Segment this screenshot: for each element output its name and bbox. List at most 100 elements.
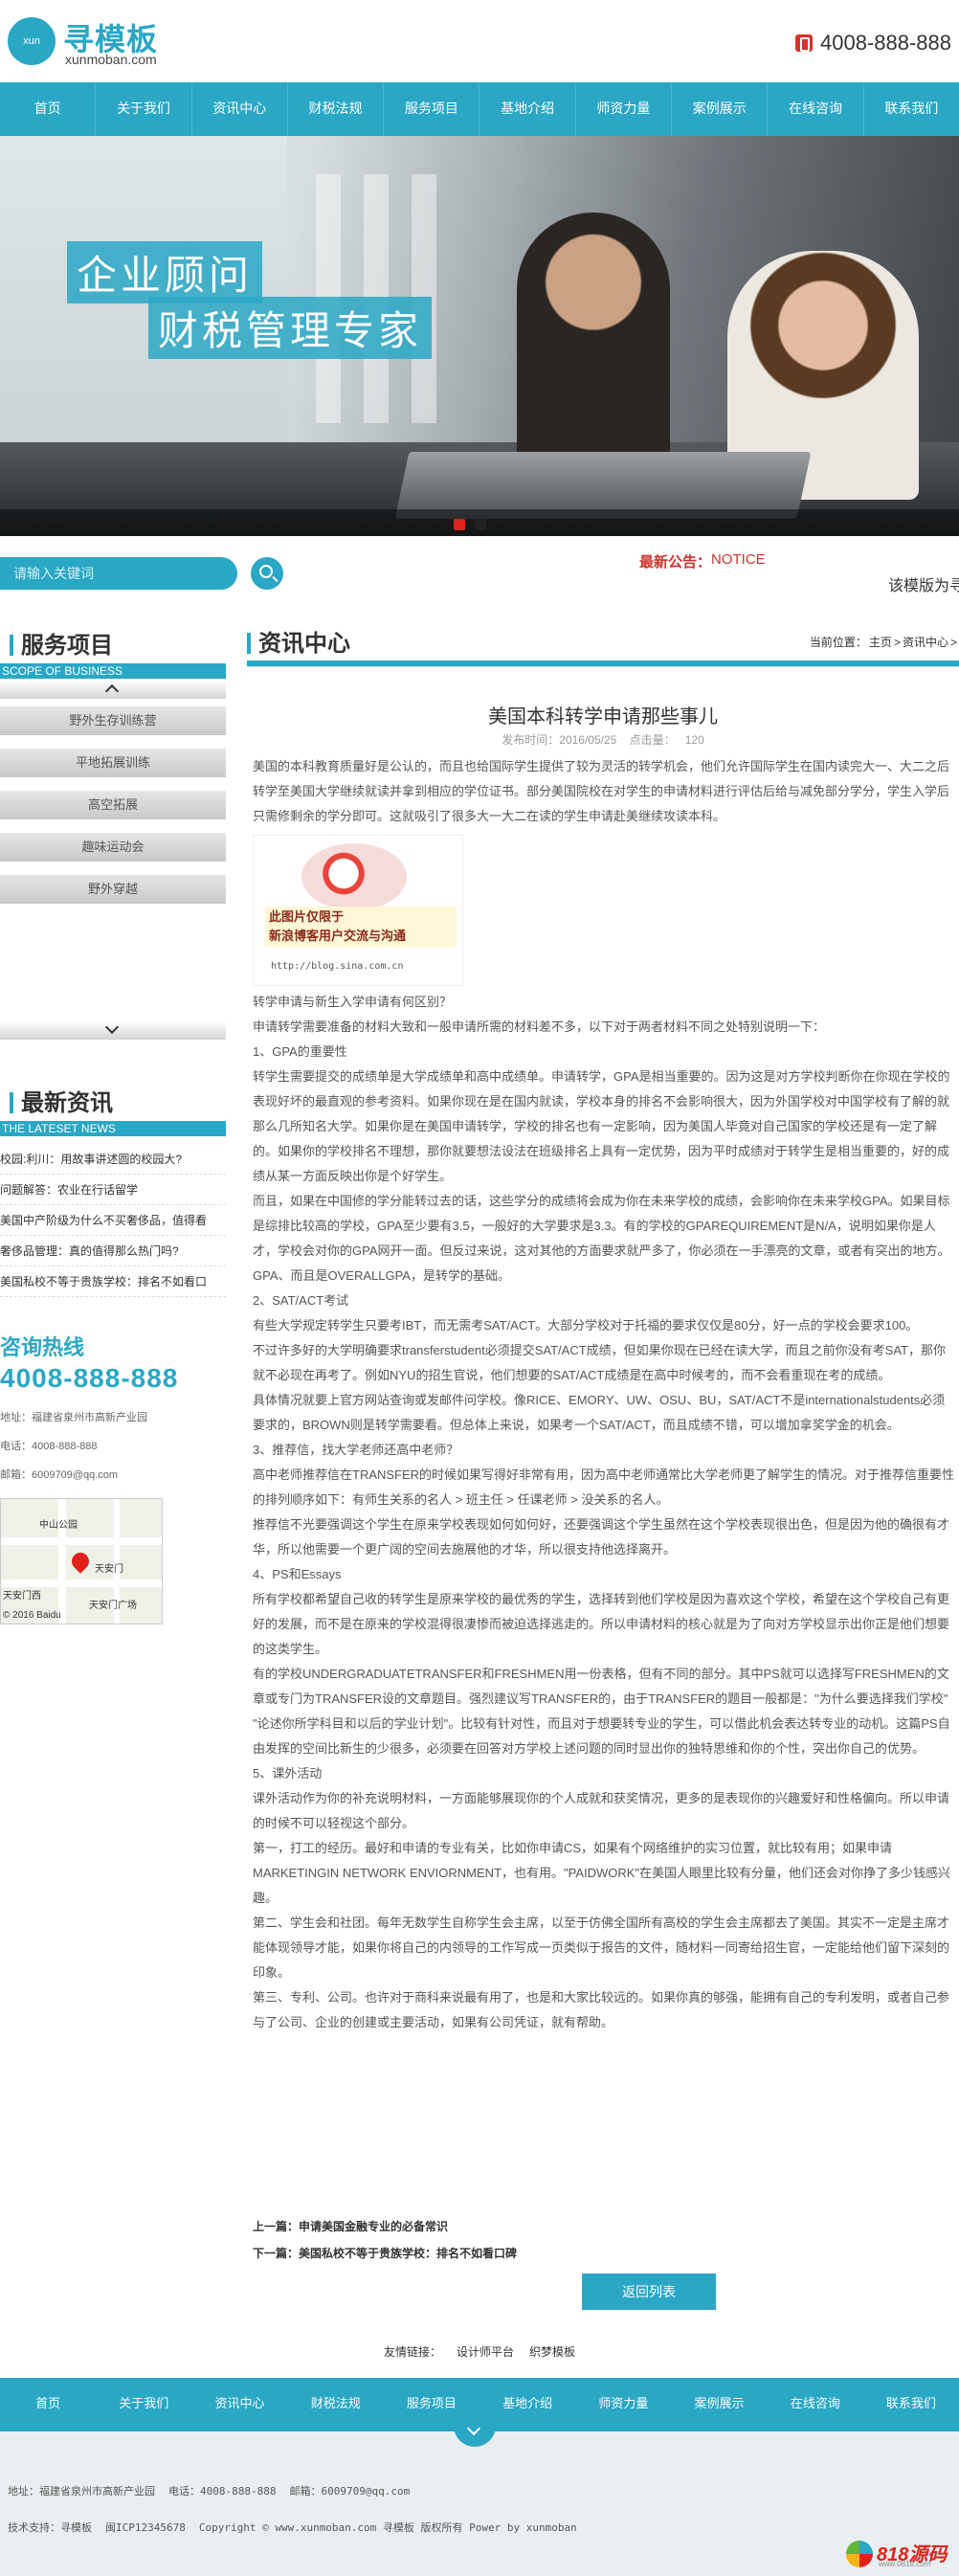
search-button[interactable] xyxy=(251,557,283,590)
nav-item-contact[interactable]: 联系我们 xyxy=(864,82,959,136)
search-input[interactable] xyxy=(0,557,237,590)
nav-item-services[interactable]: 服务项目 xyxy=(384,82,480,136)
banner-dot-active[interactable] xyxy=(454,519,465,530)
article-subheading: 1、GPA的重要性 xyxy=(253,1044,347,1059)
site-badge[interactable]: 818源码 www.0818.com xyxy=(846,2537,951,2571)
service-item[interactable]: 趣味运动会 xyxy=(0,833,226,862)
news-title: 最新资讯 xyxy=(0,1084,226,1117)
news-item[interactable]: 美国私校不等于贵族学校：排名不如看口 xyxy=(0,1266,226,1297)
footer-nav-consult[interactable]: 在线咨询 xyxy=(768,2378,863,2431)
footer-nav-home[interactable]: 首页 xyxy=(0,2378,96,2431)
location-map[interactable]: 中山公园 天安门 天安门西 天安门广场 © 2016 Baidu xyxy=(0,1498,163,1624)
news-list: 校园:利川：用故事讲述圆的校园大? 问题解答：农业在行话留学 美国中产阶级为什么… xyxy=(0,1144,226,1297)
footer-tel: 电话：4008-888-888 xyxy=(168,2485,277,2498)
main-nav: 首页 关于我们 资讯中心 财税法规 服务项目 基地介绍 师资力量 案例展示 在线… xyxy=(0,82,959,136)
notice-marquee[interactable]: 该模版为寻模板 xyxy=(888,572,959,595)
badge-logo-icon xyxy=(846,2541,873,2567)
footer-copyright-line: 技术支持：寻模板 闽ICP12345678 Copyright © www.xunm… xyxy=(8,2520,591,2535)
article-subheading: 5、课外活动 xyxy=(253,1766,323,1781)
nav-item-tax-law[interactable]: 财税法规 xyxy=(288,82,385,136)
footer-nav-teachers[interactable]: 师资力量 xyxy=(575,2378,671,2431)
header-phone: 4008-888-888 xyxy=(794,31,951,56)
map-label: 天安门西 xyxy=(3,1591,41,1602)
footer-nav-news[interactable]: 资讯中心 xyxy=(191,2378,287,2431)
next-article-link[interactable]: 下一篇：美国私校不等于贵族学校：排名不如看口碑 xyxy=(253,2247,517,2260)
friend-link[interactable]: 织梦模板 xyxy=(529,2345,575,2359)
services-scroll-up[interactable] xyxy=(0,680,226,699)
services-title: 服务项目 xyxy=(0,626,226,660)
article-paragraph: 第三、专利、公司。也许对于商科来说最有用了，也是和大家比较远的。如果你真的够强，… xyxy=(253,1990,950,2029)
sidebar: 服务项目 SCOPE OF BUSINESS 野外生存训练营 平地拓展训练 高空… xyxy=(0,622,230,2364)
back-to-list-button[interactable]: 返回列表 xyxy=(582,2274,716,2310)
services-scroll-down[interactable] xyxy=(0,1019,226,1040)
banner-title-line2: 财税管理专家 xyxy=(148,297,433,359)
article-paragraph: 课外活动作为你的补充说明材料，一方面能够展现你的个人成就和获奖情况，更多的是表现… xyxy=(253,1791,950,1830)
site-logo[interactable]: xun 寻模板 xunmoban.com xyxy=(8,13,199,71)
prev-article-link[interactable]: 上一篇：申请美国金融专业的必备常识 xyxy=(253,2220,448,2233)
service-item[interactable]: 野外穿越 xyxy=(0,875,226,904)
news-item[interactable]: 校园:利川：用故事讲述圆的校园大? xyxy=(0,1144,226,1175)
footer-nav-tax-law[interactable]: 财税法规 xyxy=(288,2378,384,2431)
search-notice-row: 最新公告： NOTICE 该模版为寻模板 xyxy=(0,536,959,613)
nav-item-teachers[interactable]: 师资力量 xyxy=(576,82,673,136)
nav-item-base[interactable]: 基地介绍 xyxy=(480,82,576,136)
article-paragraph: 有些大学规定转学生只要考IBT，而无需考SAT/ACT。大部分学校对于托福的要求… xyxy=(253,1318,919,1333)
article-subheading: 2、SAT/ACT考试 xyxy=(253,1293,349,1308)
map-label: 中山公园 xyxy=(39,1520,78,1531)
news-header: 最新资讯 THE LATESET NEWS xyxy=(0,1084,226,1136)
footer-email: 邮箱：6009709@qq.com xyxy=(289,2485,411,2498)
article-image: 此图片仅限于 新浪博客用户交流与沟通 http://blog.sina.com.… xyxy=(253,835,463,986)
map-road xyxy=(1,1579,162,1587)
main-header: 资讯中心 当前位置： 主页 > 资讯中心 > xyxy=(247,622,959,657)
breadcrumb-current[interactable]: 资讯中心 xyxy=(903,636,948,649)
hero-banner: 企业顾问 财税管理专家 xyxy=(0,136,959,536)
contact-tel: 电话：4008-888-888 xyxy=(0,1441,98,1452)
nav-item-cases[interactable]: 案例展示 xyxy=(672,82,769,136)
header-phone-number: 4008-888-888 xyxy=(819,31,951,55)
map-label: 天安门广场 xyxy=(89,1601,137,1611)
nav-item-home[interactable]: 首页 xyxy=(0,82,97,136)
banner-title-line1: 企业顾问 xyxy=(67,241,263,303)
breadcrumb-separator: > xyxy=(949,636,957,649)
map-pin-icon xyxy=(68,1549,93,1574)
banner-dot[interactable] xyxy=(475,519,486,530)
image-watermark-url: http://blog.sina.com.cn xyxy=(271,961,404,972)
footer-copyright: Copyright © www.xunmoban.com 寻模板 版权所有 Po… xyxy=(198,2521,577,2534)
news-item[interactable]: 问题解答：农业在行话留学 xyxy=(0,1175,226,1205)
friend-link[interactable]: 设计师平台 xyxy=(457,2345,514,2359)
article-paragraph: 推荐信不光要强调这个学生在原来学校表现如何如何好，还要强调这个学生虽然在这个学校… xyxy=(253,1517,950,1557)
service-item[interactable]: 平地拓展训练 xyxy=(0,749,226,777)
article-paragraph: 第一，打工的经历。最好和申请的专业有关，比如你申请CS，如果有个网络维护的实习位… xyxy=(253,1841,951,1905)
site-footer: 首页 关于我们 资讯中心 财税法规 服务项目 基地介绍 师资力量 案例展示 在线… xyxy=(0,2378,959,2576)
article-body: 美国的本科教育质量好是公认的，而且也给国际学生提供了较为灵活的转学机会，他们允许… xyxy=(253,754,956,2035)
badge-subtext: www.0818.com xyxy=(879,2560,931,2568)
footer-nav-contact[interactable]: 联系我们 xyxy=(863,2378,959,2431)
article-meta: 发布时间：2016/05/25 点击量： 120 xyxy=(247,731,959,748)
friend-links-label: 友情链接： xyxy=(383,2345,441,2359)
nav-item-consult[interactable]: 在线咨询 xyxy=(768,82,864,136)
article-subheading: 4、PS和Essays xyxy=(253,1567,342,1581)
header-divider-thin xyxy=(247,666,959,667)
news-item[interactable]: 美国中产阶级为什么不买奢侈品，值得看 xyxy=(0,1205,226,1236)
breadcrumb-separator: > xyxy=(893,636,901,649)
article-hits-label: 点击量： xyxy=(629,733,676,747)
image-caption: 此图片仅限于 xyxy=(265,907,457,928)
nav-item-news[interactable]: 资讯中心 xyxy=(192,82,288,136)
friend-links: 友情链接： 设计师平台 织梦模板 xyxy=(0,2343,959,2360)
news-subtitle: THE LATESET NEWS xyxy=(0,1121,226,1136)
article-paragraph: 申请转学需要准备的材料大致和一般申请所需的材料差不多，以下对于两者材料不同之处特… xyxy=(253,1019,826,1034)
breadcrumb-label: 当前位置： xyxy=(809,636,867,649)
services-subtitle: SCOPE OF BUSINESS xyxy=(0,663,226,679)
footer-nav-cases[interactable]: 案例展示 xyxy=(671,2378,767,2431)
service-item[interactable]: 高空拓展 xyxy=(0,791,226,819)
footer-toggle-button[interactable] xyxy=(454,2418,496,2447)
footer-icp[interactable]: 闽ICP12345678 xyxy=(105,2521,186,2534)
news-item[interactable]: 奢侈品管理：真的值得那么热门吗? xyxy=(0,1236,226,1266)
service-item[interactable]: 野外生存训练营 xyxy=(0,706,226,735)
article-paragraph: 转学生需要提交的成绩单是大学成绩单和高中成绩单。申请转学，GPA是相当重要的。因… xyxy=(253,1069,950,1183)
notice-label: 最新公告： xyxy=(639,554,712,571)
footer-contact: 地址：福建省泉州市高新产业园 电话：4008-888-888 邮箱：6009709@… xyxy=(8,2483,423,2498)
nav-item-about[interactable]: 关于我们 xyxy=(96,82,192,136)
footer-nav-about[interactable]: 关于我们 xyxy=(96,2378,191,2431)
breadcrumb-home[interactable]: 主页 xyxy=(869,636,892,649)
